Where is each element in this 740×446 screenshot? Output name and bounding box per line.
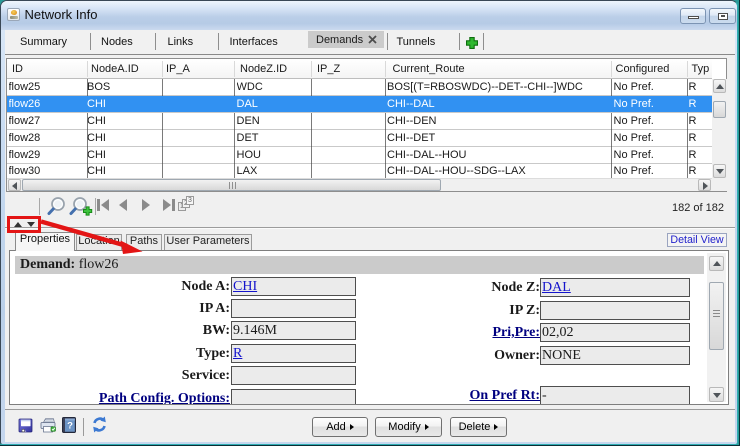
svg-text:?: ? — [67, 421, 73, 432]
